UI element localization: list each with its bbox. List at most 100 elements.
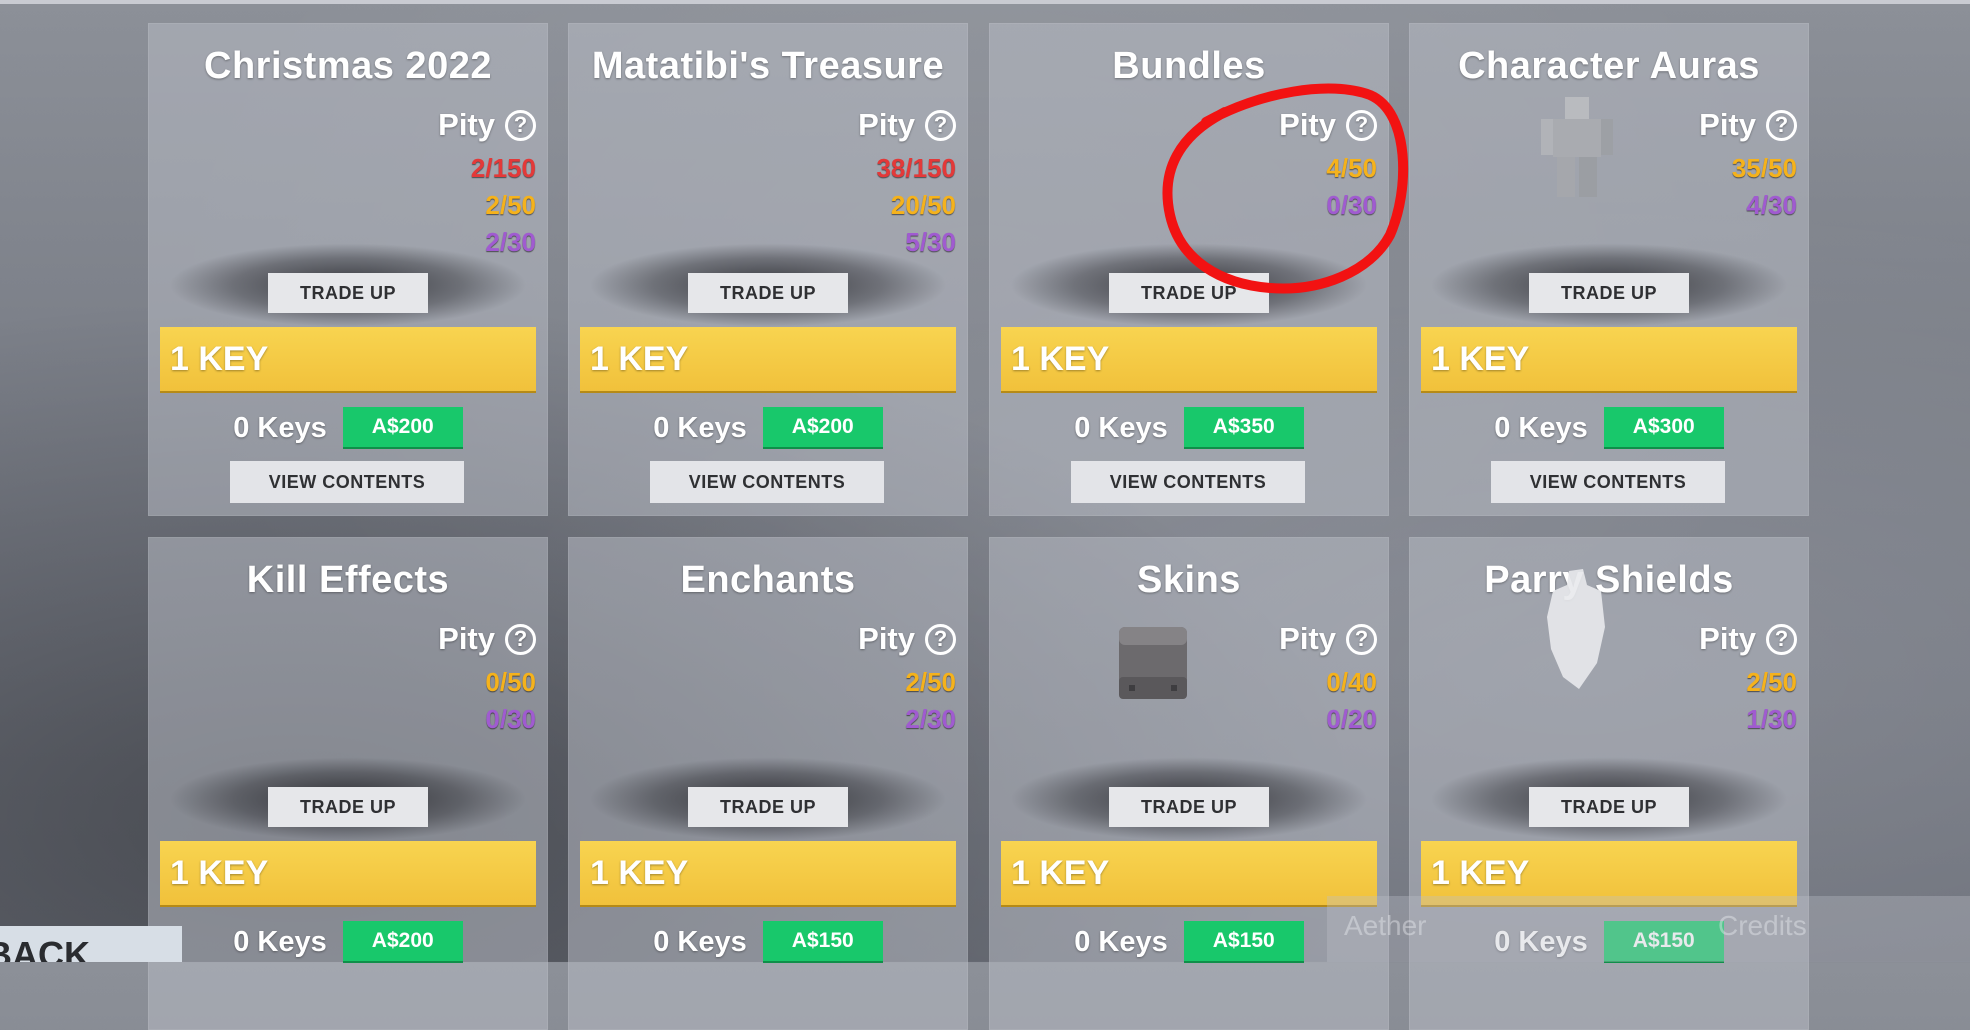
keys-owned: 0 Keys: [1074, 925, 1168, 958]
pity-counter-mythic: 1/30: [1746, 704, 1797, 734]
keys-row: 0 Keys A$200: [568, 407, 968, 449]
crate-card-kill-effects: Kill Effects Pity ? 0/50 0/30 TRADE UP 1…: [148, 537, 548, 1030]
back-button[interactable]: BACK: [0, 926, 182, 962]
pity-counter-mythic: 5/30: [905, 227, 956, 257]
crate-card-christmas-2022: Christmas 2022 Pity ? 2/150 2/50 2/30 TR…: [148, 23, 548, 516]
pity-counter-legendary: 0/40: [1326, 667, 1377, 697]
help-icon[interactable]: ?: [505, 109, 536, 141]
pity-label: Pity ?: [1699, 107, 1797, 143]
keys-owned: 0 Keys: [1074, 411, 1168, 444]
pity-counter-legendary: 2/50: [485, 190, 536, 220]
buy-key-price-button[interactable]: A$200: [762, 407, 883, 449]
open-with-key-button[interactable]: 1 KEY: [580, 841, 956, 907]
pity-text: Pity: [858, 107, 915, 142]
help-icon[interactable]: ?: [925, 109, 956, 141]
crate-title: Matatibi's Treasure: [591, 45, 945, 87]
trade-up-button[interactable]: TRADE UP: [688, 273, 848, 313]
shield-icon: [1547, 569, 1605, 689]
pity-text: Pity: [1279, 107, 1336, 142]
pity-counter-legendary: 4/50: [1326, 153, 1377, 183]
view-contents-button[interactable]: VIEW CONTENTS: [230, 461, 464, 503]
pity-text: Pity: [438, 107, 495, 142]
keys-row: 0 Keys A$150: [568, 921, 968, 963]
pity-counter-mythic: 2/30: [905, 704, 956, 734]
pity-counter-legendary: 2/50: [1746, 667, 1797, 697]
crate-title: Character Auras: [1458, 45, 1760, 87]
buy-key-price-button[interactable]: A$150: [1183, 921, 1304, 963]
pity-text: Pity: [1699, 107, 1756, 142]
character-figure-icon: [1541, 97, 1613, 197]
trade-up-button[interactable]: TRADE UP: [688, 787, 848, 827]
buy-key-price-button[interactable]: A$350: [1183, 407, 1304, 449]
top-border: [0, 0, 1970, 4]
pity-label: Pity ?: [438, 107, 536, 143]
open-with-key-button[interactable]: 1 KEY: [1001, 841, 1377, 907]
aether-currency-label: Aether: [1344, 910, 1427, 941]
crate-card-enchants: Enchants Pity ? 2/50 2/30 TRADE UP 1 KEY…: [568, 537, 968, 1030]
crate-title: Enchants: [680, 559, 856, 601]
keys-owned: 0 Keys: [233, 925, 327, 958]
pity-label: Pity ?: [858, 107, 956, 143]
view-contents-button[interactable]: VIEW CONTENTS: [1071, 461, 1305, 503]
pity-counter-legendary: 2/50: [905, 667, 956, 697]
open-with-key-button[interactable]: 1 KEY: [160, 327, 536, 393]
crate-card-matatibis-treasure: Matatibi's Treasure Pity ? 38/150 20/50 …: [568, 23, 968, 516]
view-contents-button[interactable]: VIEW CONTENTS: [650, 461, 884, 503]
buy-key-price-button[interactable]: A$150: [762, 921, 883, 963]
open-with-key-button[interactable]: 1 KEY: [580, 327, 956, 393]
pity-label: Pity ?: [1699, 621, 1797, 657]
pity-counter-legendary: 35/50: [1731, 153, 1797, 183]
pity-counter-rare: 2/150: [470, 153, 536, 183]
help-icon[interactable]: ?: [1346, 109, 1377, 141]
help-icon[interactable]: ?: [1766, 623, 1797, 655]
pity-counter-legendary: 0/50: [485, 667, 536, 697]
trade-up-button[interactable]: TRADE UP: [1109, 787, 1269, 827]
trade-up-button[interactable]: TRADE UP: [268, 273, 428, 313]
crate-title: Skins: [1137, 559, 1241, 601]
keys-owned: 0 Keys: [1494, 411, 1588, 444]
pity-text: Pity: [858, 621, 915, 656]
keys-owned: 0 Keys: [653, 411, 747, 444]
open-with-key-button[interactable]: 1 KEY: [1421, 327, 1797, 393]
help-icon[interactable]: ?: [1766, 109, 1797, 141]
view-contents-button[interactable]: VIEW CONTENTS: [1491, 461, 1725, 503]
skin-crate-icon: [1119, 627, 1187, 699]
keys-owned: 0 Keys: [233, 411, 327, 444]
keys-row: 0 Keys A$350: [989, 407, 1389, 449]
pity-counter-mythic: 2/30: [485, 227, 536, 257]
buy-key-price-button[interactable]: A$200: [342, 407, 463, 449]
pity-counter-mythic: 0/30: [485, 704, 536, 734]
crate-card-bundles: Bundles Pity ? 4/50 0/30 TRADE UP 1 KEY …: [989, 23, 1389, 516]
pity-counter-rare: 38/150: [876, 153, 956, 183]
trade-up-button[interactable]: TRADE UP: [1109, 273, 1269, 313]
crate-card-character-auras: Character Auras Pity ? 35/50 4/30 TRADE …: [1409, 23, 1809, 516]
pity-counter-mythic: 0/30: [1326, 190, 1377, 220]
pity-label: Pity ?: [858, 621, 956, 657]
crate-title: Christmas 2022: [204, 45, 492, 87]
buy-key-price-button[interactable]: A$200: [342, 921, 463, 963]
help-icon[interactable]: ?: [925, 623, 956, 655]
keys-row: 0 Keys A$200: [148, 921, 548, 963]
pity-text: Pity: [1699, 621, 1756, 656]
pity-text: Pity: [1279, 621, 1336, 656]
pity-label: Pity ?: [1279, 107, 1377, 143]
keys-row: 0 Keys A$200: [148, 407, 548, 449]
keys-row: 0 Keys A$300: [1409, 407, 1809, 449]
open-with-key-button[interactable]: 1 KEY: [1001, 327, 1377, 393]
keys-owned: 0 Keys: [653, 925, 747, 958]
help-icon[interactable]: ?: [1346, 623, 1377, 655]
pity-text: Pity: [438, 621, 495, 656]
trade-up-button[interactable]: TRADE UP: [268, 787, 428, 827]
trade-up-button[interactable]: TRADE UP: [1529, 273, 1689, 313]
pity-counter-legendary: 20/50: [890, 190, 956, 220]
crate-title: Bundles: [1112, 45, 1266, 87]
trade-up-button[interactable]: TRADE UP: [1529, 787, 1689, 827]
buy-key-price-button[interactable]: A$300: [1603, 407, 1724, 449]
help-icon[interactable]: ?: [505, 623, 536, 655]
open-with-key-button[interactable]: 1 KEY: [160, 841, 536, 907]
credits-currency-label: Credits: [1718, 910, 1807, 941]
pity-counter-mythic: 0/20: [1326, 704, 1377, 734]
pity-label: Pity ?: [438, 621, 536, 657]
pity-label: Pity ?: [1279, 621, 1377, 657]
pity-counter-mythic: 4/30: [1746, 190, 1797, 220]
